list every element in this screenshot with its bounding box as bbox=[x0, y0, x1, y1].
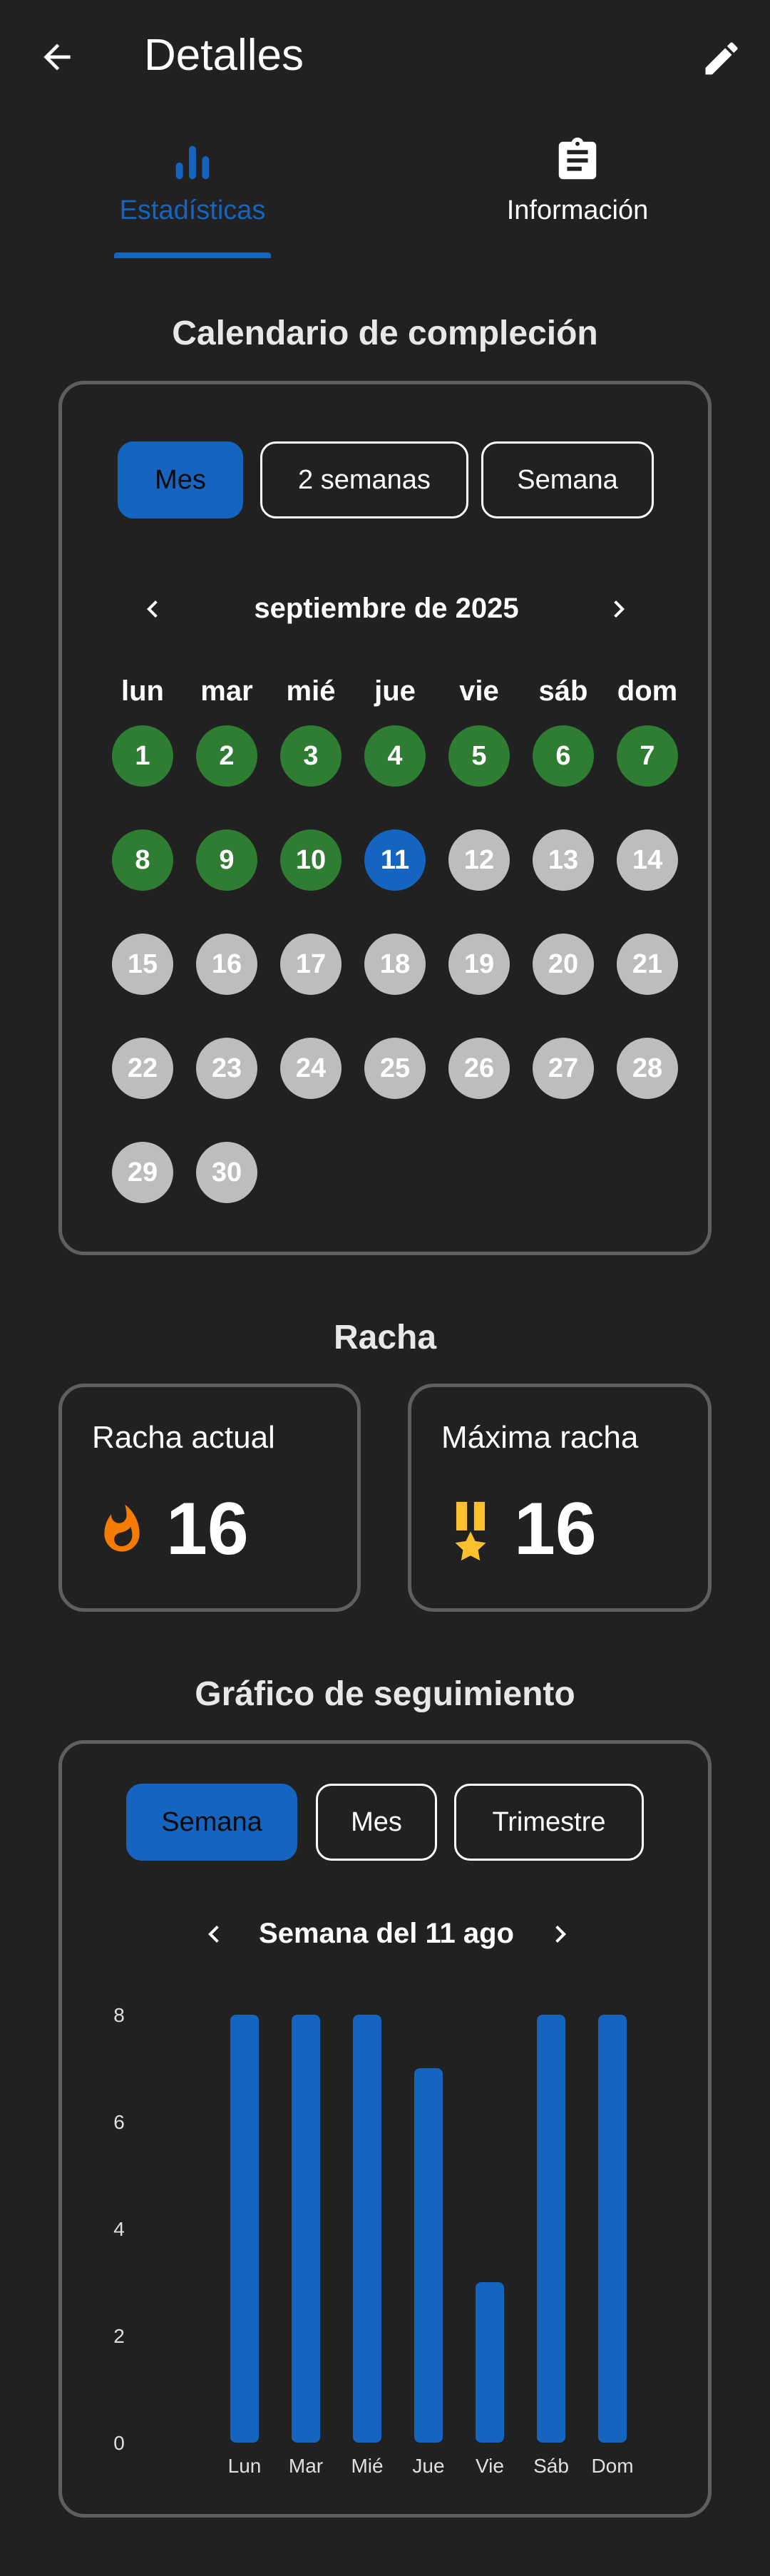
medal-icon bbox=[455, 1501, 486, 1561]
app-bar: Detalles bbox=[0, 0, 770, 114]
weekday-label: lun bbox=[121, 675, 164, 707]
calendar-day[interactable]: 21 bbox=[617, 934, 678, 995]
calendar-day[interactable]: 9 bbox=[196, 829, 257, 891]
bar-chart-icon bbox=[175, 145, 210, 180]
back-button[interactable] bbox=[29, 29, 86, 86]
calendar-day[interactable]: 8 bbox=[112, 829, 173, 891]
bar-lun bbox=[230, 2015, 259, 2443]
calendar-day[interactable]: 6 bbox=[533, 725, 594, 787]
weekday-label: jue bbox=[374, 675, 416, 707]
y-tick-label: 0 bbox=[113, 2432, 125, 2454]
calendar-day[interactable]: 3 bbox=[280, 725, 342, 787]
y-tick-label: 2 bbox=[113, 2325, 125, 2347]
next-month-button[interactable] bbox=[594, 584, 644, 634]
calendar-day[interactable]: 12 bbox=[448, 829, 510, 891]
weekday-label: vie bbox=[459, 675, 499, 707]
calendar-day[interactable]: 22 bbox=[112, 1038, 173, 1099]
chevron-right-icon bbox=[614, 600, 625, 618]
tab-informacion-label: Información bbox=[506, 195, 649, 225]
calendar-day[interactable]: 30 bbox=[196, 1142, 257, 1203]
calendar-day[interactable]: 27 bbox=[533, 1038, 594, 1099]
calendar-day-today[interactable]: 11 bbox=[364, 829, 426, 891]
weekday-label: dom bbox=[617, 675, 678, 707]
y-tick-label: 6 bbox=[113, 2111, 125, 2133]
calendar-day[interactable]: 29 bbox=[112, 1142, 173, 1203]
calendar-day[interactable]: 10 bbox=[280, 829, 342, 891]
y-tick-label: 4 bbox=[113, 2218, 125, 2240]
y-tick-label: 8 bbox=[113, 2004, 125, 2026]
tab-indicator bbox=[114, 252, 271, 258]
tracking-bar-chart: 0 2 4 6 8 Lun Mar Mié Jue Vie Sáb Dom bbox=[113, 2004, 633, 2477]
weekday-label: sáb bbox=[538, 675, 588, 707]
arrow-left-icon bbox=[43, 44, 71, 71]
calendar-day[interactable]: 14 bbox=[617, 829, 678, 891]
calendar-day[interactable]: 23 bbox=[196, 1038, 257, 1099]
bar-sáb bbox=[537, 2015, 565, 2443]
bar-jue bbox=[414, 2068, 443, 2443]
streak-section-title: Racha bbox=[333, 1319, 437, 1356]
calendar-day[interactable]: 4 bbox=[364, 725, 426, 787]
x-tick-label: Mar bbox=[289, 2455, 323, 2477]
current-streak-value: 16 bbox=[166, 1488, 249, 1570]
max-streak-value: 16 bbox=[514, 1488, 597, 1570]
calendar-day[interactable]: 24 bbox=[280, 1038, 342, 1099]
tracking-card: Semana Mes Trimestre Semana del 11 ago 0… bbox=[58, 1740, 712, 2518]
calendar-day[interactable]: 7 bbox=[617, 725, 678, 787]
calendar-day[interactable]: 16 bbox=[196, 934, 257, 995]
bar-dom bbox=[598, 2015, 627, 2443]
tab-informacion[interactable]: Información bbox=[492, 136, 663, 264]
page-title: Detalles bbox=[144, 31, 304, 80]
calendar-day[interactable]: 15 bbox=[112, 934, 173, 995]
range-month-button[interactable]: Mes bbox=[118, 441, 243, 518]
month-label: septiembre de 2025 bbox=[254, 593, 519, 624]
x-tick-label: Vie bbox=[476, 2455, 504, 2477]
bar-mar bbox=[292, 2015, 320, 2443]
calendar-day[interactable]: 1 bbox=[112, 725, 173, 787]
bar-vie bbox=[476, 2282, 504, 2443]
x-tick-label: Lun bbox=[228, 2455, 262, 2477]
current-streak-label: Racha actual bbox=[92, 1420, 275, 1455]
tracking-section-title: Gráfico de seguimiento bbox=[195, 1675, 575, 1713]
x-tick-label: Jue bbox=[412, 2455, 444, 2477]
range-two-weeks-button[interactable]: 2 semanas bbox=[260, 441, 468, 518]
calendar-day[interactable]: 26 bbox=[448, 1038, 510, 1099]
calendar-section-title: Calendario de compleción bbox=[172, 315, 598, 352]
calendar-card: Mes 2 semanas Semana septiembre de 2025 … bbox=[58, 381, 712, 1255]
calendar-day[interactable]: 2 bbox=[196, 725, 257, 787]
fire-icon bbox=[104, 1504, 140, 1552]
calendar-day[interactable]: 28 bbox=[617, 1038, 678, 1099]
edit-button[interactable] bbox=[692, 29, 751, 88]
range-week-button[interactable]: Semana bbox=[481, 441, 654, 518]
calendar-day[interactable]: 25 bbox=[364, 1038, 426, 1099]
x-tick-label: Dom bbox=[591, 2455, 633, 2477]
calendar-day[interactable]: 18 bbox=[364, 934, 426, 995]
calendar-day[interactable]: 5 bbox=[448, 725, 510, 787]
calendar-day[interactable]: 17 bbox=[280, 934, 342, 995]
max-streak-card: Máxima racha 16 bbox=[408, 1384, 712, 1612]
calendar-day[interactable]: 20 bbox=[533, 934, 594, 995]
x-tick-label: Mié bbox=[351, 2455, 383, 2477]
prev-month-button[interactable] bbox=[128, 584, 178, 634]
bar-mié bbox=[353, 2015, 381, 2443]
tab-estadisticas[interactable]: Estadísticas bbox=[114, 136, 271, 264]
calendar-day[interactable]: 13 bbox=[533, 829, 594, 891]
calendar-day[interactable]: 19 bbox=[448, 934, 510, 995]
max-streak-label: Máxima racha bbox=[441, 1420, 639, 1455]
chevron-left-icon bbox=[147, 600, 158, 618]
weekday-label: mar bbox=[200, 675, 253, 707]
pencil-icon bbox=[705, 42, 738, 75]
x-tick-label: Sáb bbox=[533, 2455, 569, 2477]
weekday-label: mié bbox=[286, 675, 336, 707]
tab-estadisticas-label: Estadísticas bbox=[119, 195, 266, 225]
clipboard-icon bbox=[558, 137, 597, 180]
current-streak-card: Racha actual 16 bbox=[58, 1384, 361, 1612]
